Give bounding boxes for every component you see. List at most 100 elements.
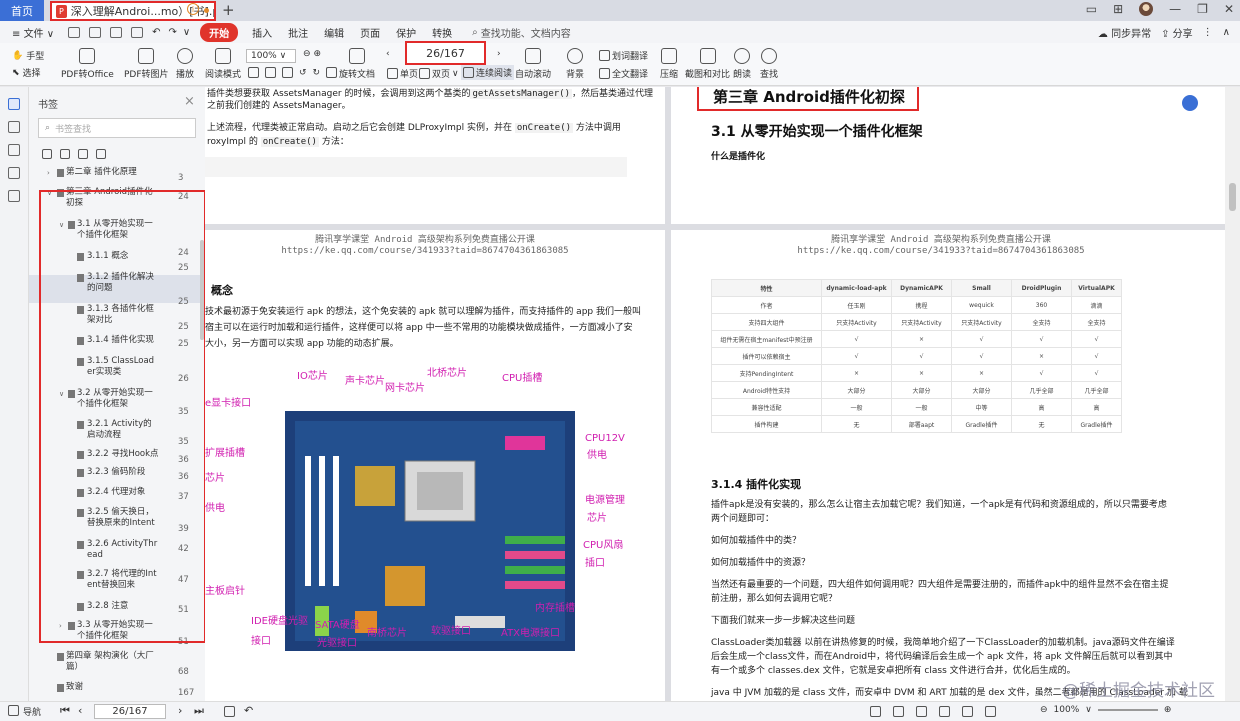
- print-icon[interactable]: [110, 26, 123, 38]
- auto-scroll-button[interactable]: 自动滚动: [515, 48, 551, 80]
- rotate-left-icon[interactable]: ↺: [299, 68, 307, 78]
- sync-status[interactable]: ☁ 同步异常: [1098, 25, 1151, 40]
- hand-tool[interactable]: ✋ 手型: [12, 49, 44, 63]
- continuous-read-button[interactable]: 连续阅读: [461, 65, 515, 80]
- minimize-icon[interactable]: —: [1169, 2, 1181, 16]
- home-tab[interactable]: 首页: [0, 0, 44, 21]
- chevron-down-icon[interactable]: ∨: [59, 220, 64, 231]
- close-icon[interactable]: ✕: [1224, 2, 1234, 16]
- plugin-comparison-table: 特性 dynamic-load-apk DynamicAPK Small DroidPl…: [711, 279, 1122, 433]
- read-aloud-button[interactable]: 朗读: [733, 48, 751, 80]
- layout-icon[interactable]: ▭: [1086, 2, 1097, 16]
- add-bookmark-icon[interactable]: [42, 149, 52, 159]
- page-number-input[interactable]: 26/167: [405, 41, 486, 65]
- chevron-down-icon[interactable]: ∨: [47, 188, 52, 199]
- bookmark-search-input[interactable]: ⌕ 书签查找: [38, 118, 196, 138]
- tab-insert[interactable]: 插入: [252, 25, 272, 40]
- bookmark-flag-icon[interactable]: [78, 149, 88, 159]
- zoom-out-icon[interactable]: ⊖: [1040, 705, 1048, 715]
- pdf-to-image-button[interactable]: PDF转图片: [124, 48, 169, 80]
- prev-page-button[interactable]: ‹: [78, 704, 82, 717]
- next-page-button[interactable]: ›: [178, 704, 182, 717]
- save-icon[interactable]: [89, 26, 102, 38]
- thumbnail-icon[interactable]: [8, 121, 20, 133]
- background-button[interactable]: 背景: [566, 48, 584, 80]
- tab-page[interactable]: 页面: [360, 25, 380, 40]
- double-page-button[interactable]: 双页 ∨: [419, 67, 459, 80]
- file-menu[interactable]: ≡ 文件 ∨: [12, 25, 54, 40]
- tab-protect[interactable]: 保护: [396, 25, 416, 40]
- label-sound-chip: 声卡芯片: [345, 374, 385, 387]
- undo-view-icon[interactable]: ↶: [244, 704, 253, 717]
- last-page-button[interactable]: ⏭: [194, 704, 204, 718]
- play-button[interactable]: 播放: [176, 48, 194, 80]
- attachment-icon[interactable]: [8, 167, 20, 179]
- delete-bookmark-icon[interactable]: [96, 149, 106, 159]
- select-tool[interactable]: ⬉ 选择: [12, 66, 41, 80]
- full-translate-button[interactable]: 全文翻译: [599, 67, 648, 80]
- prev-page-button[interactable]: ‹: [386, 49, 390, 59]
- screenshot-compare-button[interactable]: 截图和对比: [685, 48, 730, 80]
- signature-icon[interactable]: [8, 190, 20, 202]
- continuous-view-icon[interactable]: [939, 706, 950, 717]
- zoom-in-icon[interactable]: ⊕: [314, 49, 322, 59]
- zoom-slider[interactable]: [1097, 709, 1158, 711]
- zoom-select[interactable]: 100% ∨: [246, 49, 296, 63]
- zoom-out-icon[interactable]: ⊖: [303, 49, 311, 59]
- zoom-in-icon[interactable]: ⊕: [1164, 705, 1172, 715]
- book-view-icon[interactable]: [962, 706, 973, 717]
- single-view-icon[interactable]: [893, 706, 904, 717]
- add-child-bookmark-icon[interactable]: [60, 149, 70, 159]
- page-bottom-left: 腾讯享学课堂 Android 高级架构系列免费直播公开课 https://ke.…: [205, 230, 665, 701]
- pdf-to-office-button[interactable]: PDF转Office: [61, 48, 114, 80]
- tab-annotate[interactable]: 批注: [288, 25, 308, 40]
- assistant-float-button[interactable]: [1182, 95, 1198, 111]
- fullscreen-icon[interactable]: [985, 706, 996, 717]
- crop-icon[interactable]: [282, 67, 293, 78]
- rotate-document-button[interactable]: 旋转文档: [339, 48, 375, 80]
- chevron-down-icon[interactable]: ∨: [59, 389, 64, 400]
- read-mode-button[interactable]: 阅读模式: [205, 48, 241, 80]
- eye-mode-icon[interactable]: [870, 706, 881, 717]
- chevron-down-icon[interactable]: ∨: [1085, 705, 1092, 715]
- info-icon[interactable]: i: [187, 3, 199, 15]
- new-tab-button[interactable]: +: [222, 1, 235, 19]
- document-scrollbar[interactable]: [1225, 87, 1240, 701]
- grid-icon[interactable]: ⊞: [1113, 2, 1123, 16]
- fit-page-icon[interactable]: [248, 67, 259, 78]
- dropdown-icon[interactable]: ∨: [183, 27, 190, 38]
- tab-convert[interactable]: 转换: [432, 25, 452, 40]
- nav-toggle[interactable]: 导航: [8, 705, 41, 718]
- chevron-right-icon[interactable]: ›: [59, 621, 62, 632]
- compress-button[interactable]: 压缩: [660, 48, 678, 80]
- status-page-input[interactable]: 26/167: [94, 704, 166, 719]
- search-input[interactable]: ⌕ 查找功能、文档内容: [472, 25, 571, 40]
- collapse-icon[interactable]: ∧: [1223, 27, 1230, 38]
- comment-icon[interactable]: [8, 144, 20, 156]
- translate-button[interactable]: 划词翻译: [599, 49, 648, 62]
- tab-start[interactable]: 开始: [200, 22, 239, 42]
- bookmark-icon[interactable]: [8, 98, 20, 110]
- scroll-thumb[interactable]: [1229, 183, 1236, 211]
- close-icon[interactable]: ×: [184, 94, 195, 109]
- more-icon[interactable]: ⋮: [1203, 27, 1213, 38]
- open-icon[interactable]: [68, 26, 81, 38]
- double-view-icon[interactable]: [916, 706, 927, 717]
- share-button[interactable]: ⇪ 分享: [1161, 25, 1193, 40]
- bookmark-scrollbar[interactable]: [200, 240, 204, 340]
- first-page-button[interactable]: ⏮: [60, 704, 70, 718]
- find-button[interactable]: 查找: [760, 48, 778, 80]
- avatar[interactable]: [1139, 2, 1154, 16]
- next-page-button[interactable]: ›: [497, 49, 501, 59]
- single-page-button[interactable]: 单页: [387, 67, 418, 80]
- tab-edit[interactable]: 编辑: [324, 25, 344, 40]
- actual-size-icon[interactable]: [326, 67, 338, 78]
- redo-icon[interactable]: ↷: [168, 27, 176, 38]
- export-icon[interactable]: [131, 26, 144, 38]
- chevron-right-icon[interactable]: ›: [47, 168, 50, 179]
- fit-icon[interactable]: [224, 706, 235, 720]
- undo-icon[interactable]: ↶: [152, 27, 160, 38]
- fit-width-icon[interactable]: [265, 67, 276, 78]
- restore-icon[interactable]: ❐: [1197, 2, 1208, 16]
- rotate-right-icon[interactable]: ↻: [313, 68, 321, 78]
